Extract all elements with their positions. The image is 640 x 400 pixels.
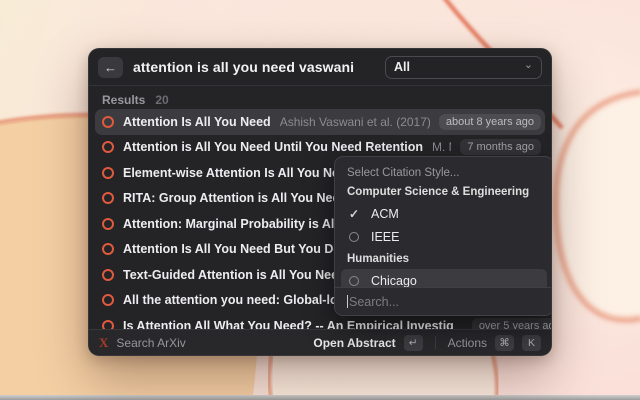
age-badge: 7 months ago bbox=[460, 139, 541, 155]
search-placeholder: Search... bbox=[349, 295, 399, 309]
dropdown-search-input[interactable]: Search... bbox=[335, 287, 552, 315]
arxiv-ring-icon bbox=[102, 218, 114, 230]
citation-option-acm[interactable]: ✓ ACM bbox=[335, 202, 552, 225]
paper-title: Attention Is All You Need bbox=[123, 115, 271, 129]
arxiv-ring-icon bbox=[102, 294, 114, 306]
enter-key-icon: ↵ bbox=[404, 335, 423, 351]
age-badge: about 8 years ago bbox=[439, 114, 541, 130]
results-section-label: Results 20 bbox=[89, 86, 551, 111]
arxiv-logo-icon: X bbox=[99, 335, 108, 351]
back-arrow-icon: ← bbox=[104, 60, 117, 75]
search-query-input[interactable]: attention is all you need vaswani bbox=[133, 59, 375, 75]
arxiv-ring-icon bbox=[102, 269, 114, 281]
paper-author: Ashish Vaswani et al. (2017) bbox=[280, 115, 430, 129]
screen-bottom-strip bbox=[0, 395, 640, 400]
section-humanities: Humanities bbox=[335, 248, 552, 269]
arxiv-ring-icon bbox=[102, 243, 114, 255]
k-key-icon: K bbox=[522, 335, 541, 351]
open-abstract-button[interactable]: Open Abstract bbox=[313, 336, 395, 350]
option-label: Chicago bbox=[371, 274, 417, 288]
option-label: ACM bbox=[371, 207, 399, 221]
results-label: Results bbox=[102, 93, 145, 107]
search-header: ← attention is all you need vaswani All … bbox=[89, 49, 551, 85]
check-icon: ✓ bbox=[349, 207, 359, 221]
citation-option-ieee[interactable]: IEEE bbox=[335, 225, 552, 248]
arxiv-ring-icon bbox=[102, 192, 114, 204]
raycast-window: ← attention is all you need vaswani All … bbox=[88, 48, 552, 356]
cmd-key-icon: ⌘ bbox=[495, 335, 514, 351]
radio-unchecked-icon bbox=[349, 232, 359, 242]
footer-divider bbox=[435, 336, 436, 349]
actions-button[interactable]: Actions bbox=[448, 336, 487, 350]
chevron-down-icon: ⌄ bbox=[524, 60, 533, 71]
action-bar: X Search ArXiv Open Abstract ↵ Actions ⌘… bbox=[89, 329, 551, 355]
citation-style-dropdown: Select Citation Style... Computer Scienc… bbox=[334, 156, 552, 316]
paper-title: Element-wise Attention Is All You Need bbox=[123, 166, 354, 180]
result-row-1[interactable]: Attention Is All You Need Ashish Vaswani… bbox=[95, 109, 545, 135]
filter-selected-value: All bbox=[394, 60, 518, 74]
paper-author: M. Murat Yaslioglu (2025) bbox=[432, 140, 451, 154]
back-button[interactable]: ← bbox=[98, 57, 123, 78]
paper-title: Attention is All You Need Until You Need… bbox=[123, 140, 423, 154]
results-count: 20 bbox=[155, 93, 168, 107]
text-cursor bbox=[347, 295, 348, 308]
dropdown-title: Select Citation Style... bbox=[335, 163, 552, 181]
arxiv-ring-icon bbox=[102, 116, 114, 128]
section-cs-engineering: Computer Science & Engineering bbox=[335, 181, 552, 202]
radio-unchecked-icon bbox=[349, 276, 359, 286]
option-label: IEEE bbox=[371, 230, 400, 244]
arxiv-ring-icon bbox=[102, 141, 114, 153]
arxiv-ring-icon bbox=[102, 167, 114, 179]
extension-name: Search ArXiv bbox=[116, 336, 305, 350]
category-filter-dropdown[interactable]: All ⌄ bbox=[385, 56, 542, 79]
